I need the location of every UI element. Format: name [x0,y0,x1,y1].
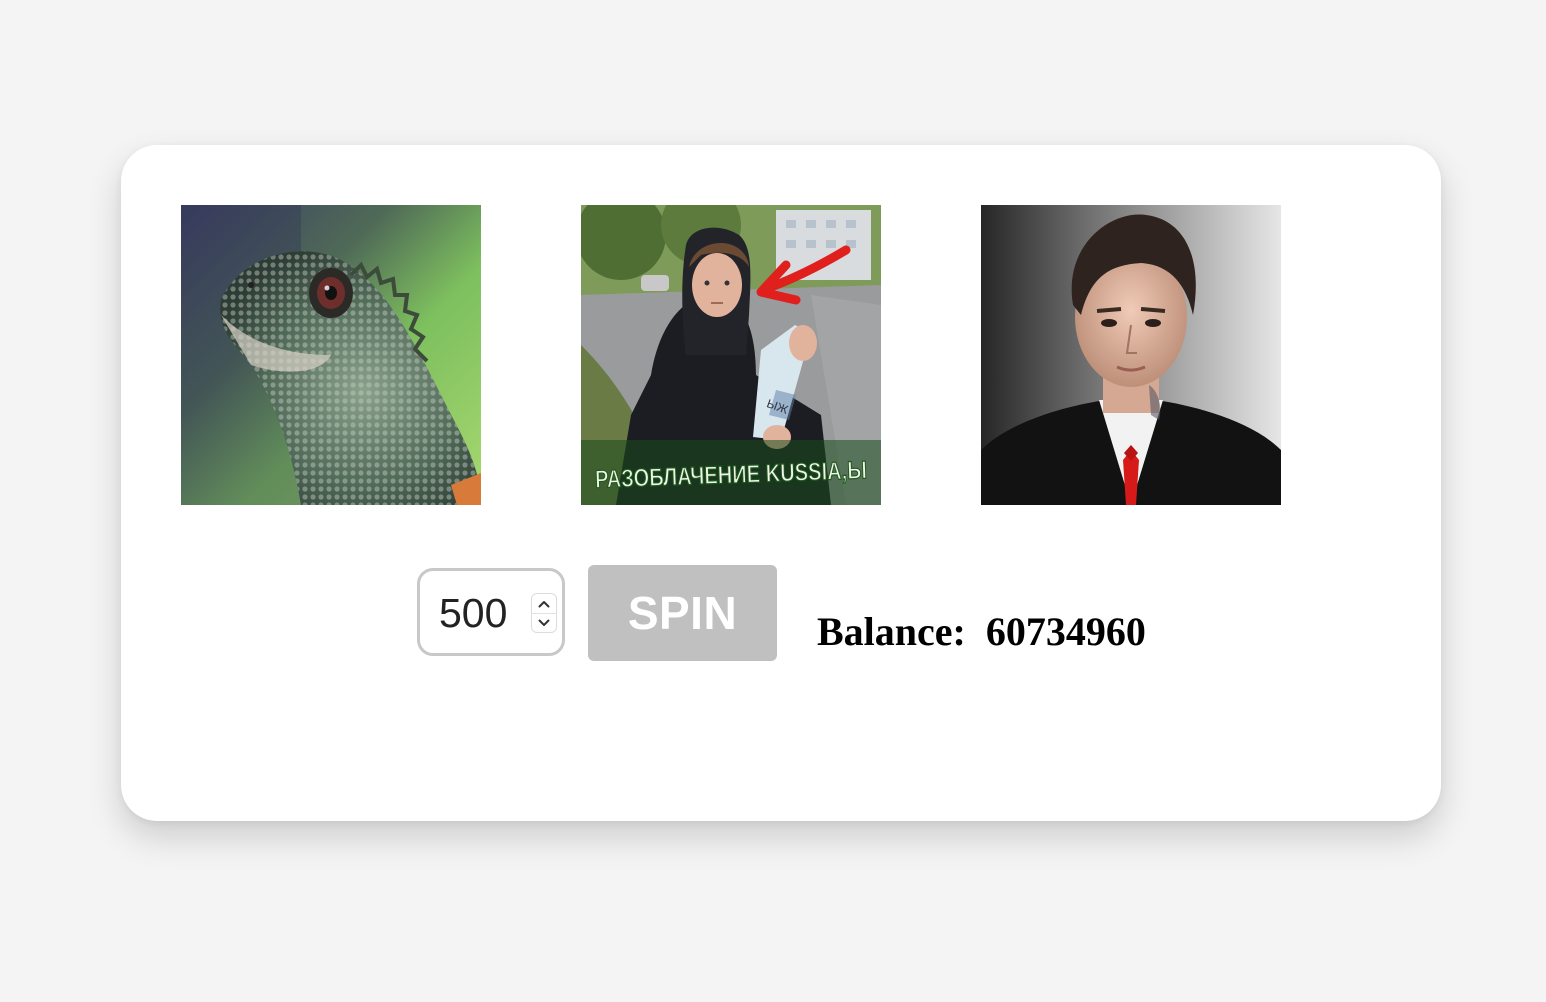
bet-amount-input[interactable]: 500 [417,568,565,656]
balance-display: Balance: 60734960 [817,607,1146,657]
spin-button[interactable]: SPIN [588,565,777,661]
increment-arrow-icon[interactable] [532,594,556,614]
reel-1 [181,205,481,505]
balance-label: Balance: [817,609,966,654]
decrement-arrow-icon[interactable] [532,613,556,632]
lizard-image [181,205,481,505]
bet-amount-value: 500 [439,590,508,636]
reel-3 [981,205,1281,505]
balance-value: 60734960 [985,609,1146,654]
bet-stepper[interactable] [531,593,557,633]
reel-2: ЫЖ РАЗОБЛАЧЕНИЕ KUSSIA,Ы [581,205,881,505]
hooded-person-image: ЫЖ РАЗОБЛАЧЕНИЕ KUSSIA,Ы [581,205,881,505]
slot-machine-card: ЫЖ РАЗОБЛАЧЕНИЕ KUSSIA,Ы 500 SPIN Balanc… [121,145,1441,821]
man-in-suit-image [981,205,1281,505]
